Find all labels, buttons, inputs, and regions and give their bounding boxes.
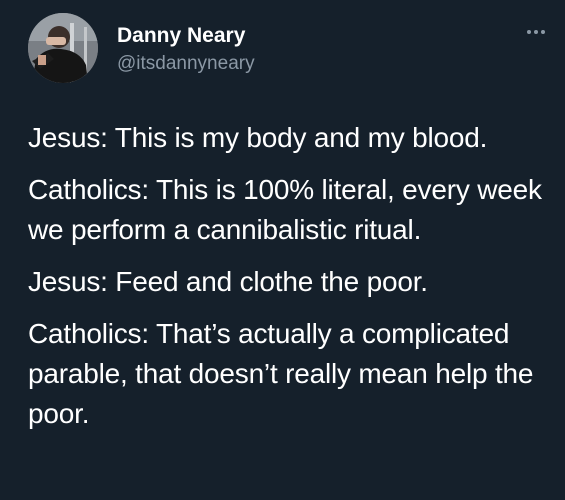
avatar[interactable] (28, 13, 98, 83)
tweet-paragraph: Jesus: This is my body and my blood. (28, 122, 488, 153)
avatar-photo (28, 13, 98, 83)
tweet-text: Jesus: This is my body and my blood. Cat… (28, 118, 558, 446)
more-horizontal-icon[interactable] (525, 26, 547, 38)
display-name[interactable]: Danny Neary (117, 24, 245, 48)
tweet-card: Danny Neary @itsdannyneary Jesus: This i… (0, 0, 565, 500)
user-handle[interactable]: @itsdannyneary (117, 53, 255, 75)
tweet-paragraph: Catholics: That’s actually a complicated… (28, 318, 534, 429)
tweet-paragraph: Catholics: This is 100% literal, every w… (28, 174, 542, 245)
tweet-paragraph: Jesus: Feed and clothe the poor. (28, 266, 428, 297)
